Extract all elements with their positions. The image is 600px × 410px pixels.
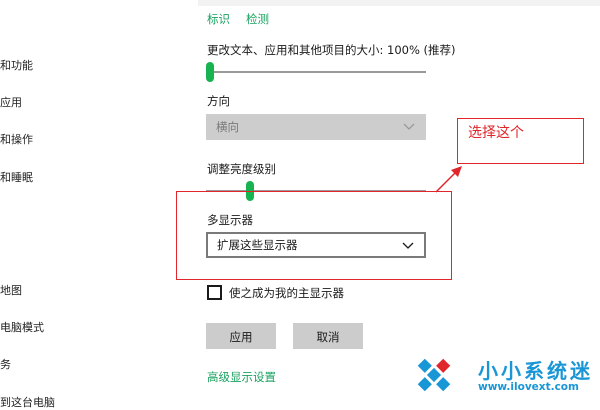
orientation-value: 横向 — [216, 120, 239, 134]
main-display-checkbox-label[interactable]: 使之成为我的主显示器 — [229, 285, 344, 301]
sidebar-item-default-apps[interactable]: 应用 — [0, 94, 22, 110]
watermark-logo-icon — [417, 358, 451, 392]
sidebar-item-offline-maps[interactable]: 地图 — [0, 282, 22, 298]
scale-slider-thumb[interactable] — [206, 62, 214, 82]
brightness-label: 调整亮度级别 — [207, 162, 276, 176]
orientation-label: 方向 — [207, 94, 230, 108]
top-strip — [198, 0, 600, 6]
sidebar-item-multitasking[interactable]: 务 — [0, 356, 11, 372]
chevron-down-icon — [403, 123, 415, 130]
sidebar-item-notifications-actions[interactable]: 和操作 — [0, 131, 33, 147]
annotation-highlight-box — [176, 191, 452, 280]
sidebar-item-power-sleep[interactable]: 和睡眠 — [0, 169, 33, 185]
detect-link[interactable]: 检测 — [246, 11, 269, 27]
sidebar-item-tablet-mode[interactable]: 电脑模式 — [0, 319, 44, 335]
main-display-checkbox[interactable] — [207, 285, 222, 300]
scale-label: 更改文本、应用和其他项目的大小: 100% (推荐) — [207, 43, 456, 57]
advanced-display-settings-link[interactable]: 高级显示设置 — [207, 369, 276, 385]
watermark-title: 小小系统迷 — [478, 359, 593, 383]
scale-slider-track — [206, 71, 426, 73]
annotation-note: 选择这个 — [468, 125, 524, 141]
annotation-note-box: 选择这个 — [457, 118, 584, 164]
sidebar-item-project-to-pc[interactable]: 到这台电脑 — [0, 394, 55, 410]
scale-slider[interactable] — [206, 61, 426, 83]
watermark-url: www.ilovext.com — [478, 381, 579, 393]
identify-link[interactable]: 标识 — [207, 11, 230, 27]
cancel-button[interactable]: 取消 — [293, 323, 363, 349]
sidebar-item-apps-features[interactable]: 和功能 — [0, 57, 33, 73]
annotation-arrow-icon — [435, 166, 462, 193]
orientation-dropdown[interactable]: 横向 — [206, 114, 426, 140]
apply-button[interactable]: 应用 — [206, 323, 276, 349]
